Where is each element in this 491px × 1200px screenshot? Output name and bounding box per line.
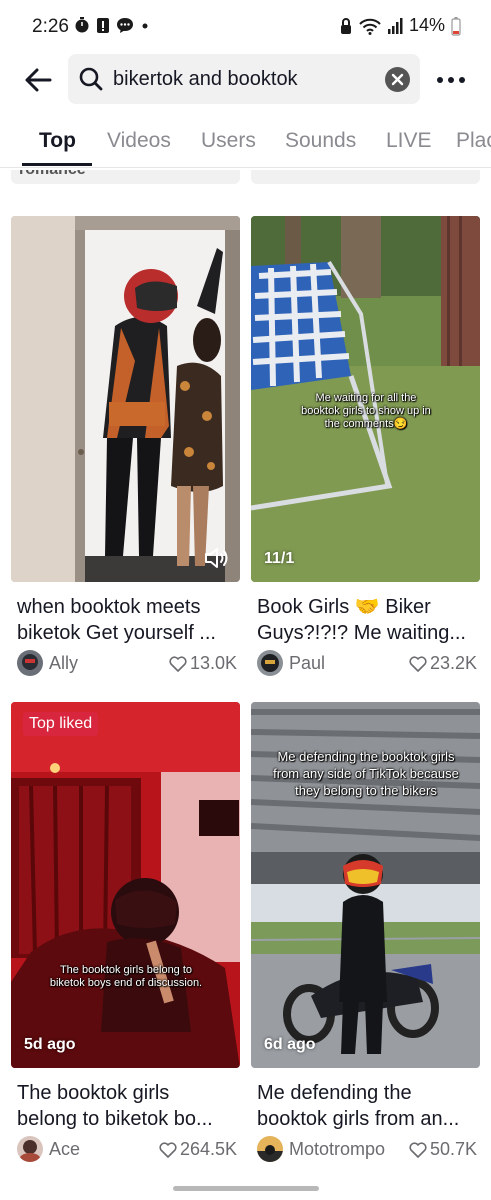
like-count-value: 50.7K [429, 1139, 477, 1159]
system-icons: 14% [339, 15, 461, 36]
tab-places[interactable]: Plac [456, 129, 491, 153]
like-count: 13.0K [169, 653, 237, 674]
like-count: 50.7K [409, 1139, 477, 1160]
heart-icon [409, 1141, 427, 1158]
previous-card-caption: romance [19, 170, 86, 179]
back-button[interactable] [22, 64, 54, 96]
video-thumbnail[interactable]: Me waiting for all the booktok girls to … [251, 216, 480, 582]
caption-line: biketok Get yourself ... [17, 622, 216, 644]
more-dots-icon [437, 77, 465, 83]
tab-live[interactable]: LIVE [386, 129, 432, 153]
video-caption[interactable]: when booktok meets biketok Get yourself … [17, 594, 239, 646]
signal-icon [387, 17, 403, 34]
status-bar: 2:26 14% [0, 0, 491, 52]
previous-card-right[interactable] [251, 170, 480, 184]
back-arrow-icon [25, 68, 52, 92]
caption-line: Guys?!?!? Me waiting... [257, 622, 466, 644]
search-input[interactable]: bikertok and booktok [68, 54, 420, 104]
like-count: 264.5K [159, 1139, 237, 1160]
video-caption[interactable]: The booktok girls belong to biketok bo..… [17, 1080, 239, 1132]
thumbnail-image [11, 216, 240, 582]
like-count: 23.2K [409, 653, 477, 674]
like-count-value: 13.0K [189, 653, 237, 673]
caption-line: booktok girls from an... [257, 1108, 460, 1130]
post-date-label: 6d ago [264, 1036, 316, 1053]
author-name[interactable]: Mototrompo [289, 1139, 385, 1160]
sound-icon[interactable] [204, 546, 230, 570]
avatar-image [257, 1136, 283, 1162]
search-query: bikertok and booktok [113, 68, 298, 90]
search-header: bikertok and booktok [0, 52, 491, 108]
video-card[interactable]: Me defending the booktok girls from any … [251, 702, 480, 1168]
like-count-value: 23.2K [429, 653, 477, 673]
lock-icon [340, 17, 351, 34]
like-count-value: 264.5K [179, 1139, 237, 1159]
video-meta: Ace 264.5K [17, 1136, 237, 1164]
avatar-image [257, 650, 283, 676]
author-name[interactable]: Paul [289, 653, 325, 674]
caption-line: Book Girls 🤝 Biker [257, 596, 431, 618]
avatar-image [17, 650, 43, 676]
notification-icons [74, 16, 150, 34]
tab-sounds[interactable]: Sounds [285, 129, 356, 153]
avatar[interactable] [17, 1136, 43, 1162]
heart-icon [169, 655, 187, 672]
home-indicator[interactable] [173, 1186, 319, 1191]
battery-icon [451, 16, 461, 36]
video-meta: Mototrompo 50.7K [257, 1136, 477, 1164]
timer-icon [75, 17, 89, 33]
video-meta: Paul 23.2K [257, 650, 477, 678]
video-overlay-text: Me waiting for all the booktok girls to … [301, 392, 431, 430]
wifi-icon [359, 18, 381, 35]
video-caption[interactable]: Book Girls 🤝 Biker Guys?!?!? Me waiting.… [257, 594, 479, 646]
video-meta: Ally 13.0K [17, 650, 237, 678]
video-card[interactable]: Me waiting for all the booktok girls to … [251, 216, 480, 682]
author-name[interactable]: Ace [49, 1139, 80, 1160]
author-name[interactable]: Ally [49, 653, 78, 674]
clear-search-button[interactable] [385, 67, 410, 92]
alert-icon [97, 18, 109, 33]
battery-percent: 14% [408, 15, 445, 35]
video-thumbnail[interactable]: Me defending the booktok girls from any … [251, 702, 480, 1068]
message-icon [117, 18, 133, 33]
video-overlay-text: Me defending the booktok girls from any … [273, 749, 459, 798]
avatar[interactable] [17, 650, 43, 676]
post-date-label: 5d ago [24, 1036, 76, 1053]
video-caption[interactable]: Me defending the booktok girls from an..… [257, 1080, 479, 1132]
search-icon [79, 67, 103, 91]
dot-icon [142, 23, 148, 29]
more-options-button[interactable] [435, 66, 467, 94]
avatar[interactable] [257, 650, 283, 676]
video-thumbnail[interactable]: Top liked The booktok girls belong to bi… [11, 702, 240, 1068]
top-liked-badge: Top liked [23, 712, 99, 736]
close-icon [391, 73, 404, 86]
caption-line: when booktok meets [17, 596, 201, 618]
tab-videos[interactable]: Videos [107, 129, 171, 153]
video-overlay-text: The booktok girls belong to biketok boys… [49, 964, 203, 989]
thumbnail-image [11, 702, 240, 1068]
caption-line: belong to biketok bo... [17, 1108, 213, 1130]
post-date-label: 11/1 [264, 550, 295, 567]
video-thumbnail[interactable] [11, 216, 240, 582]
search-tabs: Top Videos Users Sounds LIVE Plac [0, 118, 491, 168]
tab-top[interactable]: Top [39, 129, 76, 153]
heart-icon [159, 1141, 177, 1158]
video-card[interactable]: Top liked The booktok girls belong to bi… [11, 702, 240, 1168]
video-card[interactable]: when booktok meets biketok Get yourself … [11, 216, 240, 682]
avatar-image [17, 1136, 43, 1162]
caption-line: The booktok girls [17, 1082, 170, 1104]
status-time: 2:26 [32, 16, 69, 37]
active-tab-indicator [22, 163, 92, 166]
tab-users[interactable]: Users [201, 129, 256, 153]
previous-card-left[interactable]: romance [11, 170, 240, 184]
caption-line: Me defending the [257, 1082, 412, 1104]
avatar[interactable] [257, 1136, 283, 1162]
heart-icon [409, 655, 427, 672]
